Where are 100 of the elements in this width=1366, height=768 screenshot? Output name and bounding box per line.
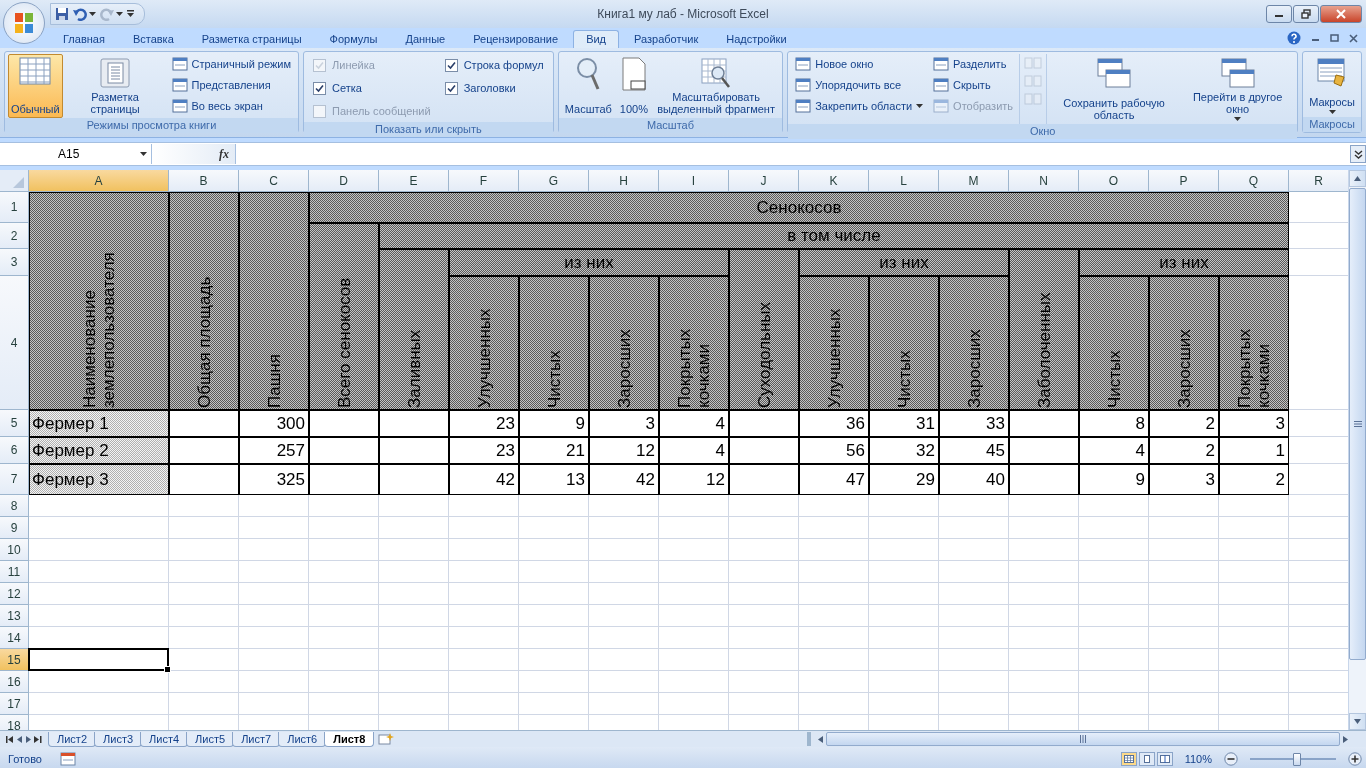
sheet-cell[interactable] [589,517,659,539]
sheet-cell[interactable] [1009,561,1079,583]
ribbon-tab[interactable]: Формулы [316,30,391,48]
column-header[interactable]: O [1079,170,1149,192]
row-header[interactable]: 4 [0,276,29,410]
ribbon-button[interactable]: Разметка страницы [64,54,166,118]
sheet-cell[interactable] [1009,671,1079,693]
row-header[interactable]: 16 [0,671,29,693]
sheet-cell[interactable] [449,517,519,539]
sheet-cell[interactable] [449,693,519,715]
row-header[interactable]: 18 [0,715,29,730]
sheet-cell[interactable] [939,517,1009,539]
ribbon-button[interactable]: Скрыть [929,75,1018,95]
sheet-cell[interactable] [659,583,729,605]
sheet-cell[interactable] [1149,583,1219,605]
sheet-cell[interactable] [239,693,309,715]
sheet-cell[interactable] [799,627,869,649]
sheet-cell[interactable] [729,693,799,715]
row-header[interactable]: 12 [0,583,29,605]
sheet-cell[interactable] [169,539,239,561]
sheet-cell[interactable] [449,561,519,583]
sheet-cell[interactable] [309,649,379,671]
row-header[interactable]: 8 [0,495,29,517]
sheet-tab[interactable]: Лист4 [140,731,189,747]
sheet-cell[interactable] [1219,539,1289,561]
sheet-cell[interactable] [1219,693,1289,715]
checkbox[interactable]: Заголовки [438,77,550,99]
sheet-cell[interactable] [589,539,659,561]
sheet-cell[interactable] [309,517,379,539]
sheet-cell[interactable] [729,539,799,561]
column-header[interactable]: J [729,170,799,192]
previous-sheet-button[interactable] [16,735,23,743]
ribbon-button[interactable]: Страничный режим [167,54,296,74]
sheet-cell[interactable] [309,583,379,605]
scroll-right-button[interactable] [1342,735,1349,743]
sheet-cell[interactable] [729,649,799,671]
ribbon-button[interactable]: Макросы [1306,54,1358,117]
sheet-cell[interactable] [29,539,169,561]
sheet-cell[interactable] [1149,693,1219,715]
column-header[interactable]: K [799,170,869,192]
ribbon-button[interactable]: Перейти в другое окно [1181,54,1295,124]
sheet-cell[interactable] [1079,539,1149,561]
sheet-cell[interactable] [659,517,729,539]
sheet-cell[interactable] [449,583,519,605]
sheet-cell[interactable] [169,671,239,693]
fill-handle[interactable] [164,666,171,673]
row-header[interactable]: 15 [0,649,29,671]
sheet-cell[interactable] [519,649,589,671]
vertical-scrollbar[interactable] [1348,170,1366,730]
sheet-tab[interactable]: Лист2 [48,731,97,747]
first-sheet-button[interactable] [6,735,14,743]
ribbon-button[interactable]: Разделить [929,54,1018,74]
sheet-cell[interactable] [1149,561,1219,583]
sheet-cell[interactable] [1009,627,1079,649]
scroll-left-button[interactable] [817,735,824,743]
sheet-cell[interactable] [659,605,729,627]
sheet-cell[interactable] [939,583,1009,605]
row-header[interactable]: 6 [0,437,29,464]
column-header[interactable]: A [29,170,169,192]
column-header[interactable]: I [659,170,729,192]
sheet-cell[interactable] [1219,561,1289,583]
column-header[interactable]: M [939,170,1009,192]
sheet-cell[interactable] [659,693,729,715]
row-header[interactable]: 3 [0,249,29,276]
ribbon-tab[interactable]: Разработчик [621,30,712,48]
column-header[interactable]: G [519,170,589,192]
sheet-tab[interactable]: Лист3 [94,731,143,747]
column-header[interactable]: E [379,170,449,192]
sheet-cell[interactable] [309,561,379,583]
ribbon-tab[interactable]: Вставка [119,30,187,48]
sheet-cell[interactable] [519,605,589,627]
sheet-tab[interactable]: Лист7 [232,731,281,747]
sheet-tab[interactable]: Лист8 [324,731,375,747]
sheet-cell[interactable] [1149,517,1219,539]
close-button[interactable] [1320,5,1362,23]
sheet-cell[interactable] [239,671,309,693]
ribbon-button[interactable]: Упорядочить все [791,75,928,95]
sheet-cell[interactable] [169,605,239,627]
slider-thumb[interactable] [1293,752,1302,766]
undo-button[interactable] [73,7,96,21]
sheet-cell[interactable] [1149,671,1219,693]
ribbon-button[interactable]: Масштабировать выделенный фрагмент [652,54,780,118]
checkbox[interactable]: Сетка [307,77,437,99]
page-layout-button[interactable] [1138,752,1155,766]
record-macro-button[interactable] [59,752,76,766]
last-sheet-button[interactable] [34,735,42,743]
sheet-cell[interactable] [869,605,939,627]
sheet-cell[interactable] [589,605,659,627]
column-header[interactable]: H [589,170,659,192]
ribbon-button[interactable]: Масштаб [561,54,615,118]
sheet-cell[interactable] [379,693,449,715]
sheet-cell[interactable] [239,561,309,583]
insert-sheet-button[interactable] [378,733,395,745]
sheet-cell[interactable] [1219,649,1289,671]
restore-button[interactable] [1293,5,1319,23]
sheet-cell[interactable] [589,561,659,583]
sheet-cell[interactable] [379,583,449,605]
redo-button[interactable] [100,7,123,21]
sheet-cell[interactable] [519,517,589,539]
row-header[interactable]: 13 [0,605,29,627]
